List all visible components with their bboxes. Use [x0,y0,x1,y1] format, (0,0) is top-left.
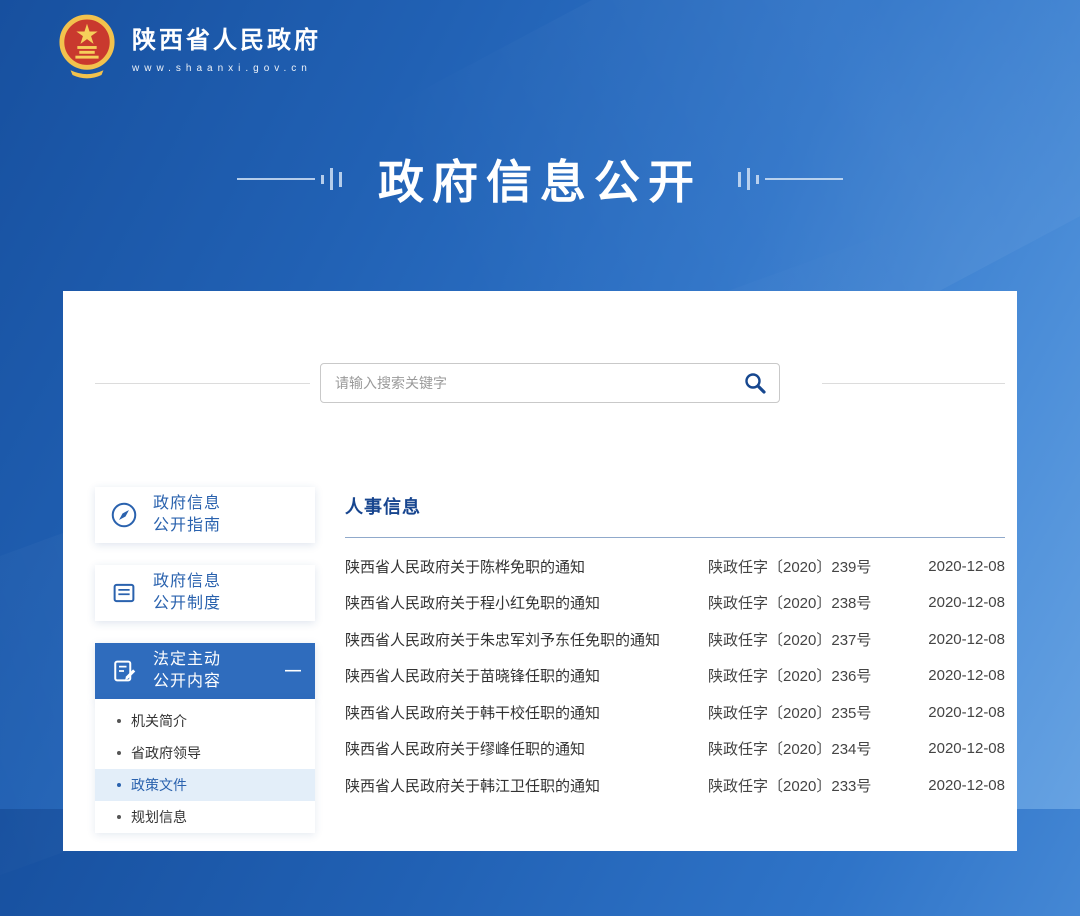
submenu-item-label: 机关简介 [131,711,187,731]
sidebar-item-label: 法定主动 公开内容 [153,649,221,692]
news-title: 陕西省人民政府关于韩干校任职的通知 [345,702,708,723]
search-button[interactable] [741,369,769,397]
sidebar: 政府信息 公开指南 政府信息 公开制度 法定主动 公 [95,487,315,833]
doc-number: 陕政任字〔2020〕238号 [708,592,913,613]
submenu-item-policy-documents[interactable]: 政策文件 [95,769,315,801]
news-title: 陕西省人民政府关于陈桦免职的通知 [345,556,708,577]
doc-number: 陕政任字〔2020〕239号 [708,556,913,577]
sidebar-item-label: 政府信息 公开指南 [153,493,221,536]
sidebar-item-disclosure-guide[interactable]: 政府信息 公开指南 [95,487,315,543]
content-columns: 政府信息 公开指南 政府信息 公开制度 法定主动 公 [95,487,1005,833]
bullet-icon [117,751,121,755]
doc-number: 陕政任字〔2020〕233号 [708,775,913,796]
sidebar-submenu: 机关简介 省政府领导 政策文件 规划信息 [95,699,315,833]
doc-number: 陕政任字〔2020〕235号 [708,702,913,723]
submenu-item-label: 政策文件 [131,775,187,795]
search-icon [743,371,767,395]
search-input[interactable] [335,375,741,391]
bullet-icon [117,815,121,819]
site-name: 陕西省人民政府 [132,20,321,55]
news-row[interactable]: 陕西省人民政府关于韩干校任职的通知 陕政任字〔2020〕235号 2020-12… [345,694,1005,731]
news-date: 2020-12-08 [913,631,1005,648]
bullet-icon [117,719,121,723]
news-row[interactable]: 陕西省人民政府关于程小红免职的通知 陕政任字〔2020〕238号 2020-12… [345,585,1005,622]
collapse-icon[interactable]: — [285,662,301,680]
news-date: 2020-12-08 [913,667,1005,684]
doc-number: 陕政任字〔2020〕236号 [708,665,913,686]
submenu-item-label: 规划信息 [131,807,187,827]
search-box [320,363,780,403]
sidebar-item-disclosure-system[interactable]: 政府信息 公开制度 [95,565,315,621]
news-date: 2020-12-08 [913,558,1005,575]
site-url: www.shaanxi.gov.cn [132,63,321,74]
compass-icon [109,500,139,530]
national-emblem-icon [58,12,116,82]
logo-text: 陕西省人民政府 www.shaanxi.gov.cn [132,20,321,74]
news-row[interactable]: 陕西省人民政府关于朱忠军刘予东任免职的通知 陕政任字〔2020〕237号 202… [345,621,1005,658]
news-row[interactable]: 陕西省人民政府关于苗晓锋任职的通知 陕政任字〔2020〕236号 2020-12… [345,658,1005,695]
news-title: 陕西省人民政府关于程小红免职的通知 [345,592,708,613]
search-section [95,363,1005,403]
page-title: 政府信息公开 [378,146,702,212]
submenu-item-government-leaders[interactable]: 省政府领导 [95,737,315,769]
news-list: 陕西省人民政府关于陈桦免职的通知 陕政任字〔2020〕239号 2020-12-… [345,548,1005,804]
clipboard-pencil-icon [109,656,139,686]
main-content: 人事信息 陕西省人民政府关于陈桦免职的通知 陕政任字〔2020〕239号 202… [345,487,1005,833]
news-title: 陕西省人民政府关于苗晓锋任职的通知 [345,665,708,686]
section-header: 人事信息 [345,487,1005,538]
sidebar-item-label: 政府信息 公开制度 [153,571,221,614]
title-decoration-right [738,168,843,190]
news-date: 2020-12-08 [913,777,1005,794]
title-decoration-left [237,168,342,190]
bullet-icon [117,783,121,787]
sidebar-item-statutory-disclosure[interactable]: 法定主动 公开内容 — [95,643,315,699]
news-row[interactable]: 陕西省人民政府关于陈桦免职的通知 陕政任字〔2020〕239号 2020-12-… [345,548,1005,585]
news-date: 2020-12-08 [913,704,1005,721]
search-divider-right [822,383,1005,384]
content-card: 政府信息 公开指南 政府信息 公开制度 法定主动 公 [63,291,1017,851]
news-title: 陕西省人民政府关于缪峰任职的通知 [345,738,708,759]
submenu-item-agency-intro[interactable]: 机关简介 [95,705,315,737]
news-date: 2020-12-08 [913,594,1005,611]
news-row[interactable]: 陕西省人民政府关于缪峰任职的通知 陕政任字〔2020〕234号 2020-12-… [345,731,1005,768]
news-row[interactable]: 陕西省人民政府关于韩江卫任职的通知 陕政任字〔2020〕233号 2020-12… [345,767,1005,804]
news-date: 2020-12-08 [913,740,1005,757]
banner: 政府信息公开 [0,146,1080,212]
news-title: 陕西省人民政府关于韩江卫任职的通知 [345,775,708,796]
doc-number: 陕政任字〔2020〕234号 [708,738,913,759]
submenu-item-label: 省政府领导 [131,743,201,763]
doc-number: 陕政任字〔2020〕237号 [708,629,913,650]
site-logo[interactable]: 陕西省人民政府 www.shaanxi.gov.cn [58,12,321,82]
section-title: 人事信息 [345,497,421,517]
submenu-item-planning-info[interactable]: 规划信息 [95,801,315,833]
news-title: 陕西省人民政府关于朱忠军刘予东任免职的通知 [345,629,708,650]
search-divider-left [95,383,310,384]
document-icon [109,578,139,608]
